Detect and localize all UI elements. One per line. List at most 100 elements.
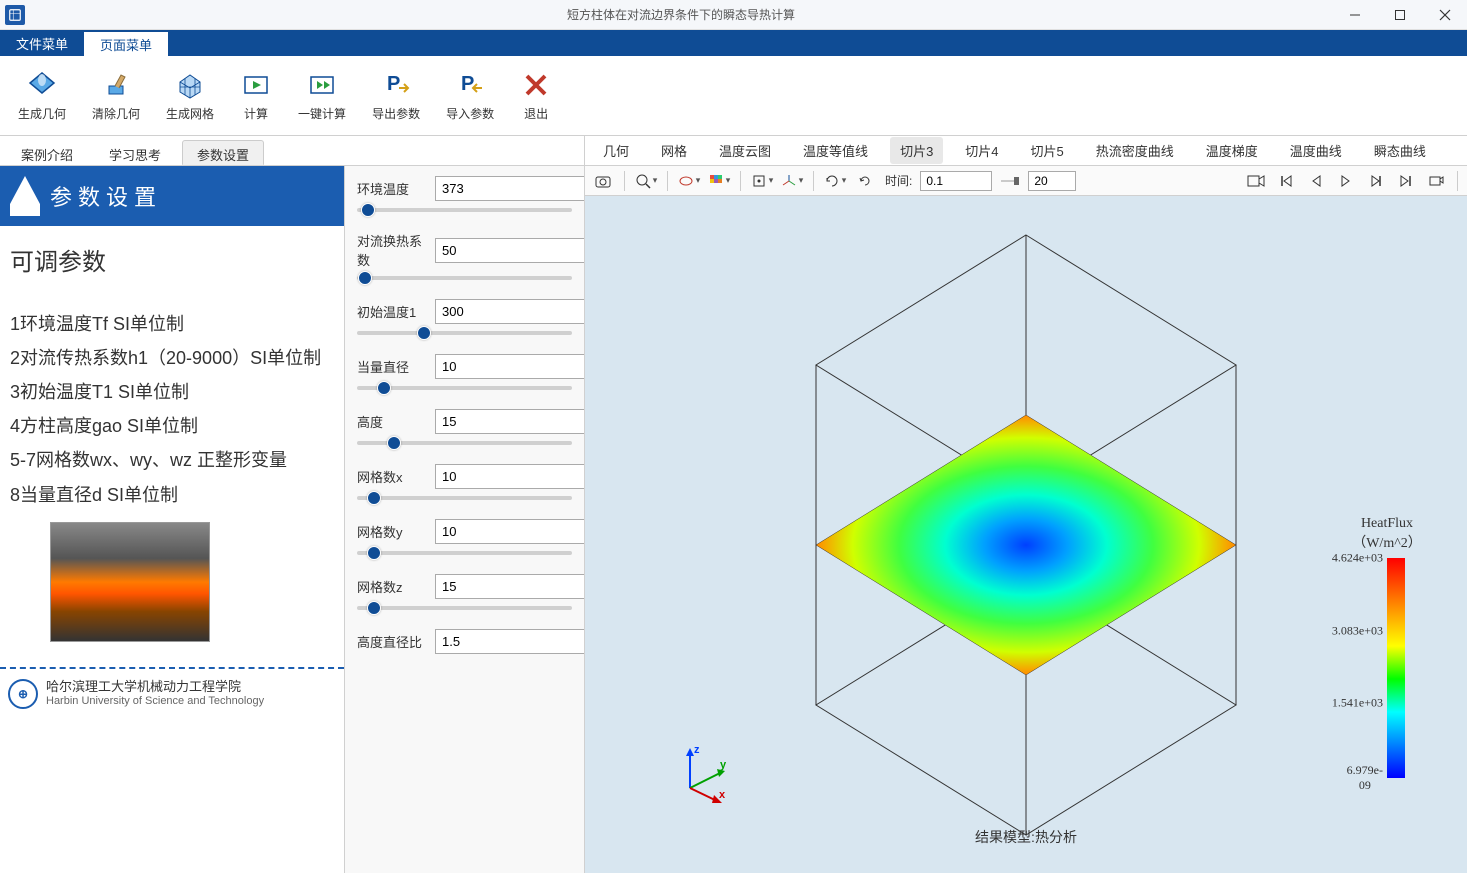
- result-tab-temp-iso[interactable]: 温度等值线: [793, 137, 878, 164]
- result-tab-heatflux-curve[interactable]: 热流密度曲线: [1086, 137, 1184, 164]
- result-tab-slice3[interactable]: 切片3: [890, 137, 943, 164]
- param-input-height[interactable]: [435, 409, 584, 434]
- param-input-mesh-y[interactable]: [435, 519, 584, 544]
- zoom-icon: [635, 173, 651, 189]
- maximize-button[interactable]: [1377, 0, 1422, 30]
- param-slider-mesh-z[interactable]: [357, 606, 572, 610]
- result-tab-temp-cloud[interactable]: 温度云图: [709, 137, 781, 164]
- viewport-3d[interactable]: z y x HeatFlux （W/m^2） 4.624e+03 3.083e+…: [585, 196, 1467, 873]
- legend-bar: 4.624e+03 3.083e+03 1.541e+03 6.979e-09: [1387, 558, 1405, 778]
- svg-text:z: z: [694, 744, 700, 756]
- info-line: 4方柱高度gao SI单位制: [10, 409, 334, 443]
- result-tabs: 几何 网格 温度云图 温度等值线 切片3 切片4 切片5 热流密度曲线 温度梯度…: [585, 136, 1467, 166]
- play-button[interactable]: [1334, 169, 1358, 193]
- ribbon-clear-geom[interactable]: 清除几何: [84, 65, 148, 126]
- cube-icon: [751, 173, 767, 189]
- legend-tick: 3.083e+03: [1332, 623, 1383, 638]
- result-tab-geom[interactable]: 几何: [593, 137, 639, 164]
- param-input-conv-coef[interactable]: [435, 238, 584, 263]
- last-frame-button[interactable]: [1394, 169, 1418, 193]
- ribbon-compute[interactable]: 计算: [232, 65, 280, 126]
- info-line: 2对流传热系数h1（20-9000）SI单位制: [10, 341, 334, 375]
- axes-dropdown[interactable]: [780, 169, 804, 193]
- prev-frame-button[interactable]: [1304, 169, 1328, 193]
- param-input-env-temp[interactable]: [435, 176, 584, 201]
- result-tab-slice5[interactable]: 切片5: [1021, 137, 1074, 164]
- param-slider-init-temp[interactable]: [357, 331, 572, 335]
- first-frame-button[interactable]: [1274, 169, 1298, 193]
- menu-tab-bar: 文件菜单 页面菜单: [0, 30, 1467, 56]
- param-label-mesh-y: 网格数y: [357, 522, 429, 541]
- param-input-mesh-x[interactable]: [435, 464, 584, 489]
- loop-icon: [1428, 174, 1444, 188]
- svg-text:x: x: [719, 789, 726, 801]
- banner: 参数设置: [0, 166, 344, 226]
- param-label-mesh-x: 网格数x: [357, 467, 429, 486]
- legend-tick: 6.979e-09: [1347, 763, 1383, 793]
- slider-icon-button[interactable]: [998, 169, 1022, 193]
- param-input-mesh-z[interactable]: [435, 574, 584, 599]
- first-frame-icon: [1279, 174, 1293, 188]
- rubik-dropdown[interactable]: [707, 169, 731, 193]
- param-label-init-temp: 初始温度1: [357, 302, 429, 321]
- param-slider-conv-coef[interactable]: [357, 276, 572, 280]
- next-frame-button[interactable]: [1364, 169, 1388, 193]
- param-slider-mesh-x[interactable]: [357, 496, 572, 500]
- ribbon-create-geom[interactable]: 生成几何: [10, 65, 74, 126]
- ribbon-import-params[interactable]: P 导入参数: [438, 65, 502, 126]
- result-model-label: 结果模型:热分析: [975, 827, 1077, 847]
- minimize-icon: [1349, 9, 1361, 21]
- ribbon-one-click[interactable]: 一键计算: [290, 65, 354, 126]
- record-button[interactable]: [1244, 169, 1268, 193]
- loop-button[interactable]: [1424, 169, 1448, 193]
- export-params-icon: P: [380, 69, 412, 101]
- ribbon-export-params[interactable]: P 导出参数: [364, 65, 428, 126]
- refresh-icon: [857, 173, 873, 189]
- axis-triad: z y x: [675, 743, 735, 803]
- select-dropdown[interactable]: [677, 169, 701, 193]
- param-input-init-temp[interactable]: [435, 299, 584, 324]
- legend-unit: （W/m^2）: [1327, 532, 1447, 552]
- app-icon: [5, 5, 25, 25]
- param-label-env-temp: 环境温度: [357, 179, 429, 198]
- param-label-height: 高度: [357, 412, 429, 431]
- create-mesh-icon: [174, 69, 206, 101]
- rotate-dropdown[interactable]: [823, 169, 847, 193]
- param-slider-eq-diam[interactable]: [357, 386, 572, 390]
- scene-render: [746, 215, 1306, 855]
- param-column: 环境温度 对流换热系数 初始温度1 当量直径 高度: [345, 166, 584, 873]
- ribbon-toolbar: 生成几何 清除几何 生成网格 计算 一键计算 P 导出参数 P 导入参数 退出: [0, 56, 1467, 136]
- result-tab-temp-grad[interactable]: 温度梯度: [1196, 137, 1268, 164]
- legend-tick: 1.541e+03: [1332, 696, 1383, 711]
- info-column: 参数设置 可调参数 1环境温度Tf SI单位制 2对流传热系数h1（20-900…: [0, 166, 345, 873]
- subtab-study[interactable]: 学习思考: [94, 140, 176, 165]
- close-button[interactable]: [1422, 0, 1467, 30]
- info-image: [50, 522, 210, 642]
- exit-icon: [520, 69, 552, 101]
- subtab-param-setting[interactable]: 参数设置: [182, 140, 264, 165]
- menu-tab-file[interactable]: 文件菜单: [0, 30, 84, 56]
- one-click-icon: [306, 69, 338, 101]
- view-cube-dropdown[interactable]: [750, 169, 774, 193]
- param-slider-height[interactable]: [357, 441, 572, 445]
- minimize-button[interactable]: [1332, 0, 1377, 30]
- camera-button[interactable]: [591, 169, 615, 193]
- refresh-button[interactable]: [853, 169, 877, 193]
- result-tab-mesh[interactable]: 网格: [651, 137, 697, 164]
- create-geom-icon: [26, 69, 58, 101]
- result-tab-transient-curve[interactable]: 瞬态曲线: [1364, 137, 1436, 164]
- menu-tab-page[interactable]: 页面菜单: [84, 30, 168, 56]
- param-input-eq-diam[interactable]: [435, 354, 584, 379]
- zoom-dropdown[interactable]: [634, 169, 658, 193]
- ribbon-exit[interactable]: 退出: [512, 65, 560, 126]
- ribbon-create-mesh[interactable]: 生成网格: [158, 65, 222, 126]
- result-tab-temp-curve[interactable]: 温度曲线: [1280, 137, 1352, 164]
- time-select[interactable]: [920, 171, 992, 191]
- subtab-case-intro[interactable]: 案例介绍: [6, 140, 88, 165]
- param-slider-env-temp[interactable]: [357, 208, 572, 212]
- result-tab-slice4[interactable]: 切片4: [955, 137, 1008, 164]
- param-input-hd-ratio[interactable]: [435, 629, 584, 654]
- legend-title: HeatFlux: [1327, 516, 1447, 532]
- frame-input[interactable]: [1028, 171, 1076, 191]
- param-slider-mesh-y[interactable]: [357, 551, 572, 555]
